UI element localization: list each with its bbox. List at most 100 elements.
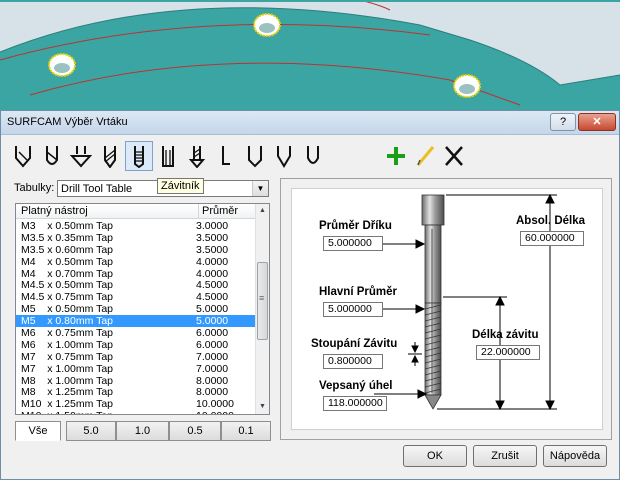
thread-pitch-field[interactable]: 0.800000 <box>323 354 383 369</box>
tool-diameter-cell: 3.5000 <box>196 243 229 256</box>
tool-diameter-cell: 7.0000 <box>196 362 229 375</box>
help-title-button[interactable]: ? <box>550 113 576 131</box>
table-row[interactable]: M10 x 1.25mm Tap 10.0000 <box>16 398 256 410</box>
tool-name-cell: M3.5 x 0.60mm Tap <box>21 243 114 256</box>
tab-5-0[interactable]: 5.0 <box>66 421 116 441</box>
tool-name-cell: M8 x 1.25mm Tap <box>21 386 114 399</box>
tool-diameter-cell: 8.0000 <box>196 374 229 387</box>
table-row[interactable]: M4 x 0.50mm Tap 4.0000 <box>16 256 256 268</box>
drill-tool-icon[interactable] <box>96 141 124 171</box>
tool-name-cell: M5 x 0.80mm Tap <box>21 315 114 328</box>
chevron-down-icon[interactable]: ▼ <box>252 181 268 196</box>
table-row[interactable]: M4.5 x 0.75mm Tap 4.5000 <box>16 291 256 303</box>
table-row[interactable]: M3.5 x 0.60mm Tap 3.5000 <box>16 244 256 256</box>
thread-length-field[interactable]: 22.000000 <box>476 345 540 360</box>
tool-diameter-cell: 7.0000 <box>196 350 229 363</box>
taper-tool-icon[interactable] <box>299 141 327 171</box>
inscribed-angle-field[interactable]: 118.000000 <box>323 396 387 411</box>
tool-name-cell: M4 x 0.50mm Tap <box>21 255 114 268</box>
tool-name-cell: M6 x 0.75mm Tap <box>21 327 114 340</box>
column-header-diameter[interactable]: Průměr <box>198 204 238 218</box>
table-row[interactable]: M6 x 1.00mm Tap 6.0000 <box>16 339 256 351</box>
shank-diameter-label: Průměr Dříku <box>319 220 392 232</box>
delete-x-icon[interactable] <box>440 141 468 171</box>
table-label: Tabulky: <box>14 182 55 194</box>
cad-viewport[interactable] <box>0 0 620 110</box>
table-row[interactable]: M3.5 x 0.35mm Tap 3.5000 <box>16 232 256 244</box>
main-diameter-field[interactable]: 5.000000 <box>323 302 383 317</box>
table-row[interactable]: M7 x 0.75mm Tap 7.0000 <box>16 351 256 363</box>
cad-model-drawing <box>0 0 620 110</box>
tool-name-cell: M8 x 1.00mm Tap <box>21 374 114 387</box>
tool-list-header: Platný nástroj Průměr <box>16 204 256 219</box>
main-diameter-label: Hlavní Průměr <box>319 286 397 298</box>
table-row[interactable]: M5 x 0.50mm Tap 5.0000 <box>16 303 256 315</box>
drill-selection-dialog: SURFCAM Výběr Vrtáku ? ✕ Závitník Tabulk… <box>0 110 620 480</box>
tool-diameter-cell: 3.5000 <box>196 231 229 244</box>
tool-name-cell: M5 x 0.50mm Tap <box>21 303 114 316</box>
edit-pencil-icon[interactable] <box>411 141 439 171</box>
chamfer-tool-icon[interactable] <box>270 141 298 171</box>
tool-name-cell: M4 x 0.70mm Tap <box>21 267 114 280</box>
shank-diameter-field[interactable]: 5.000000 <box>323 236 383 251</box>
tool-diameter-cell: 4.5000 <box>196 279 229 292</box>
reamer-tool-icon[interactable] <box>154 141 182 171</box>
scroll-down-icon[interactable]: ▼ <box>256 400 269 414</box>
title-bar[interactable]: SURFCAM Výběr Vrtáku ? ✕ <box>1 111 619 135</box>
tool-name-cell: M4.5 x 0.50mm Tap <box>21 279 114 292</box>
overall-length-field[interactable]: 60.000000 <box>520 231 584 246</box>
tool-diameter-cell: 10.0000 <box>196 398 234 411</box>
help-button[interactable]: Nápověda <box>543 445 607 467</box>
tool-diameter-cell: 3.0000 <box>196 220 229 232</box>
table-row[interactable]: M8 x 1.00mm Tap 8.0000 <box>16 375 256 387</box>
table-row[interactable]: M5 x 0.80mm Tap 5.0000 <box>16 315 256 327</box>
table-row[interactable]: M7 x 1.00mm Tap 7.0000 <box>16 363 256 375</box>
table-row[interactable]: M4 x 0.70mm Tap 4.0000 <box>16 268 256 280</box>
tab-0-1[interactable]: 0.1 <box>221 421 271 441</box>
table-row[interactable]: M10 x 1.50mm Tap 10.0000 <box>16 410 256 414</box>
tool-diameter-cell: 6.0000 <box>196 338 229 351</box>
tap-tool-icon[interactable] <box>125 141 153 171</box>
tool-name-cell: M7 x 1.00mm Tap <box>21 362 114 375</box>
inscribed-angle-label: Vepsaný úhel <box>319 380 393 392</box>
list-scrollbar[interactable]: ▲ ▼ <box>255 204 269 414</box>
column-header-tool[interactable]: Platný nástroj <box>21 205 88 217</box>
tool-list[interactable]: Platný nástroj Průměr M3 x 0.50mm Tap 3.0… <box>15 203 270 415</box>
table-row[interactable]: M4.5 x 0.50mm Tap 4.5000 <box>16 279 256 291</box>
tool-diameter-cell: 8.0000 <box>196 386 229 399</box>
dialog-title: SURFCAM Výběr Vrtáku <box>7 116 128 128</box>
cancel-button[interactable]: Zrušit <box>473 445 537 467</box>
v-tool-icon[interactable] <box>241 141 269 171</box>
tap-diagram: Průměr Dříku 5.000000 Hlavní Průměr 5.00… <box>291 188 603 430</box>
add-icon[interactable] <box>382 141 410 171</box>
lathe-tool-icon[interactable] <box>212 141 240 171</box>
ball-mill-tool-icon[interactable] <box>38 141 66 171</box>
tool-diameter-cell: 5.0000 <box>196 303 229 316</box>
table-dropdown-value: Drill Tool Table <box>61 183 133 195</box>
tool-diameter-cell: 6.0000 <box>196 327 229 340</box>
close-button[interactable]: ✕ <box>578 113 616 131</box>
tool-diagram-frame: Průměr Dříku 5.000000 Hlavní Průměr 5.00… <box>280 178 612 440</box>
end-mill-tool-icon[interactable] <box>9 141 37 171</box>
table-row[interactable]: M6 x 0.75mm Tap 6.0000 <box>16 327 256 339</box>
table-row[interactable]: M3 x 0.50mm Tap 3.0000 <box>16 220 256 232</box>
tool-name-cell: M10 x 1.25mm Tap <box>21 398 114 411</box>
countersink-tool-icon[interactable] <box>67 141 95 171</box>
tool-diameter-cell: 4.0000 <box>196 267 229 280</box>
table-row[interactable]: M8 x 1.25mm Tap 8.0000 <box>16 386 256 398</box>
thread-pitch-label: Stoupání Závitu <box>311 338 398 350</box>
scrollbar-thumb[interactable] <box>257 262 268 340</box>
tool-diameter-cell: 5.0000 <box>196 315 229 328</box>
scroll-up-icon[interactable]: ▲ <box>256 204 269 218</box>
tool-diameter-cell: 4.5000 <box>196 291 229 304</box>
ok-button[interactable]: OK <box>403 445 467 467</box>
tab-0-5[interactable]: 0.5 <box>169 421 221 441</box>
thread-length-label: Délka závitu <box>472 329 539 341</box>
tool-diameter-cell: 10.0000 <box>196 410 234 414</box>
boring-bar-tool-icon[interactable] <box>183 141 211 171</box>
tab-1-0[interactable]: 1.0 <box>116 421 169 441</box>
tool-name-cell: M4.5 x 0.75mm Tap <box>21 291 114 304</box>
tool-name-cell: M10 x 1.50mm Tap <box>21 410 113 414</box>
tab-all[interactable]: Vše <box>15 421 61 441</box>
tool-tooltip: Závitník <box>157 178 204 194</box>
